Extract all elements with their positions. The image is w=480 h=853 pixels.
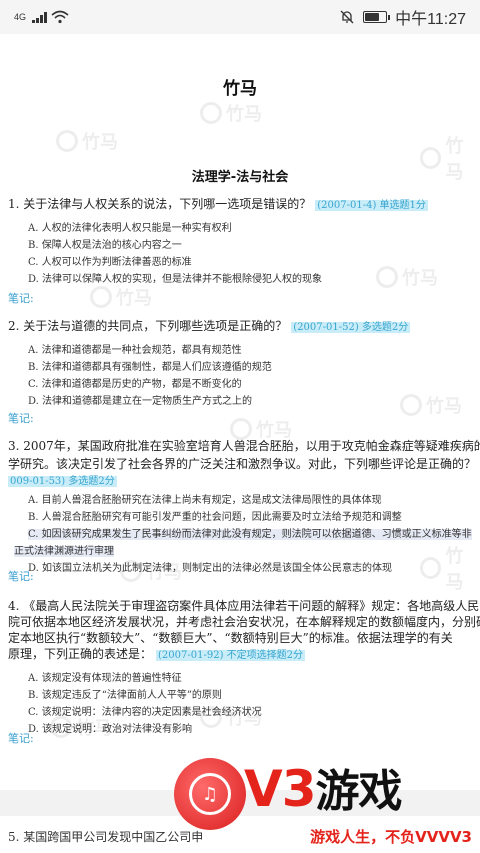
mute-bell-icon <box>340 10 354 24</box>
watermark-logo-icon <box>90 286 112 308</box>
battery-icon <box>363 11 391 23</box>
wifi-icon <box>51 10 69 24</box>
question-3: 3. 2007年，某国政府批准在实验室培育人兽混合胚胎，以用于攻克帕金森症等疑难… <box>8 438 480 577</box>
option-c: C. 如因该研究成果发生了民事纠纷而法律对此没有规定，则法院可以依据道德、习惯或… <box>28 529 472 540</box>
question-2: 2. 关于法与道德的共同点，下列哪些选项是正确的？ (2007-01-52) 多选… <box>8 318 474 410</box>
option-list: A. 法律和道德都是一种社会规范，都具有规范性 B. 法律和道德都具有强制性，都… <box>8 342 474 410</box>
status-bar: 4G 中午11:27 <box>0 0 480 34</box>
watermark-logo-icon <box>200 102 222 124</box>
option-d: D. 该规定说明：政治对法律没有影响 <box>28 724 193 735</box>
option-c: C. 该规定说明：法律内容的决定因素是社会经济状况 <box>28 707 262 718</box>
notes-label[interactable]: 笔记: <box>8 730 34 746</box>
option-a: A. 法律和道德都是一种社会规范，都具有规范性 <box>28 345 242 356</box>
notes-label[interactable]: 笔记: <box>8 290 34 306</box>
option-d: D. 如该国立法机关为此制定法律，则制定出的法律必然是该国全体公民意志的体现 <box>28 563 393 574</box>
option-list: A. 目前人兽混合胚胎研究在法律上尚未有规定，这是成文法律局限性的具体体现 B.… <box>8 492 474 577</box>
option-c: C. 人权可以作为判断法律善恶的标准 <box>28 257 192 268</box>
document-title: 竹马 <box>223 79 257 99</box>
notes-label[interactable]: 笔记: <box>8 410 34 426</box>
question-stem: 2. 关于法与道德的共同点，下列哪些选项是正确的？ (2007-01-52) 多选… <box>8 319 411 333</box>
option-b: B. 保障人权是法治的核心内容之一 <box>28 240 182 251</box>
option-list: A. 人权的法律化表明人权只能是一种实有权利 B. 保障人权是法治的核心内容之一… <box>8 220 474 288</box>
clock: 中午11:27 <box>395 11 466 28</box>
option-d: D. 法律可以保障人权的实现，但是法律并不能根除侵犯人权的现象 <box>28 274 323 285</box>
option-a: A. 目前人兽混合胚胎研究在法律上尚未有规定，这是成文法律局限性的具体体现 <box>28 495 382 506</box>
status-left: 4G <box>14 10 69 24</box>
option-c: C. 法律和道德都是历史的产物，都是不断变化的 <box>28 379 242 390</box>
option-b: B. 该规定违反了“法律面前人人平等”的原则 <box>28 690 222 701</box>
question-tag-cont: 009-01-53) 多选题2分 <box>8 476 117 487</box>
option-d: D. 法律和道德都是建立在一定物质生产方式之上的 <box>28 396 253 407</box>
watermark: 竹马 <box>56 128 118 154</box>
question-tag: (2007-01-92) 不定项选择题2分 <box>156 650 306 661</box>
option-c-cont: 正式法律渊源进行审理 <box>14 546 114 557</box>
question-stem: 1. 关于法律与人权关系的说法，下列哪一选项是错误的？ (2007-01-4) 单… <box>8 197 428 211</box>
question-tag: (2007-01-4) 单选题1分 <box>315 200 428 211</box>
document-page[interactable]: 竹马 竹马 竹马 竹马 竹马 竹马 竹马 竹马 竹马 竹马 竹马 竹马 法理学-… <box>0 34 480 853</box>
question-4: 4. 《最高人民法院关于审理盗窃案件具体应用法律若干问题的解释》规定：各地高级人… <box>8 598 480 738</box>
watermark: 竹马 <box>200 100 262 126</box>
network-type: 4G <box>14 12 27 22</box>
music-note-emblem-icon: ♫ <box>174 758 246 830</box>
watermark-logo-icon <box>230 418 252 440</box>
signal-icon <box>32 11 48 23</box>
option-a: A. 该规定没有体现法的普遍性特征 <box>28 673 182 684</box>
logo-slogan: 游戏人生，不负VVVV3 <box>310 828 472 846</box>
option-list: A. 该规定没有体现法的普遍性特征 B. 该规定违反了“法律面前人人平等”的原则… <box>8 670 474 738</box>
option-a: A. 人权的法律化表明人权只能是一种实有权利 <box>28 223 232 234</box>
question-tag: (2007-01-52) 多选题2分 <box>291 322 411 333</box>
option-b: B. 法律和道德都具有强制性，都是人们应该遵循的规范 <box>28 362 272 373</box>
question-stem: 4. 《最高人民法院关于审理盗窃案件具体应用法律若干问题的解释》规定：各地高级人… <box>8 599 480 661</box>
logo-brand: V3游戏 <box>244 760 403 818</box>
question-stem: 3. 2007年，某国政府批准在实验室培育人兽混合胚胎，以用于攻克帕金森症等疑难… <box>8 439 480 487</box>
option-b: B. 人兽混合胚胎研究有可能引发严重的社会问题，因此需要及时立法给予规范和调整 <box>28 512 402 523</box>
notes-label[interactable]: 笔记: <box>8 568 34 584</box>
section-title: 法理学-法与社会 <box>191 170 289 185</box>
v3-logo: ♫ V3游戏 游戏人生，不负VVVV3 <box>174 754 474 853</box>
watermark-logo-icon <box>56 130 78 152</box>
status-right: 中午11:27 <box>339 5 466 29</box>
question-1: 1. 关于法律与人权关系的说法，下列哪一选项是错误的？ (2007-01-4) 单… <box>8 196 474 288</box>
